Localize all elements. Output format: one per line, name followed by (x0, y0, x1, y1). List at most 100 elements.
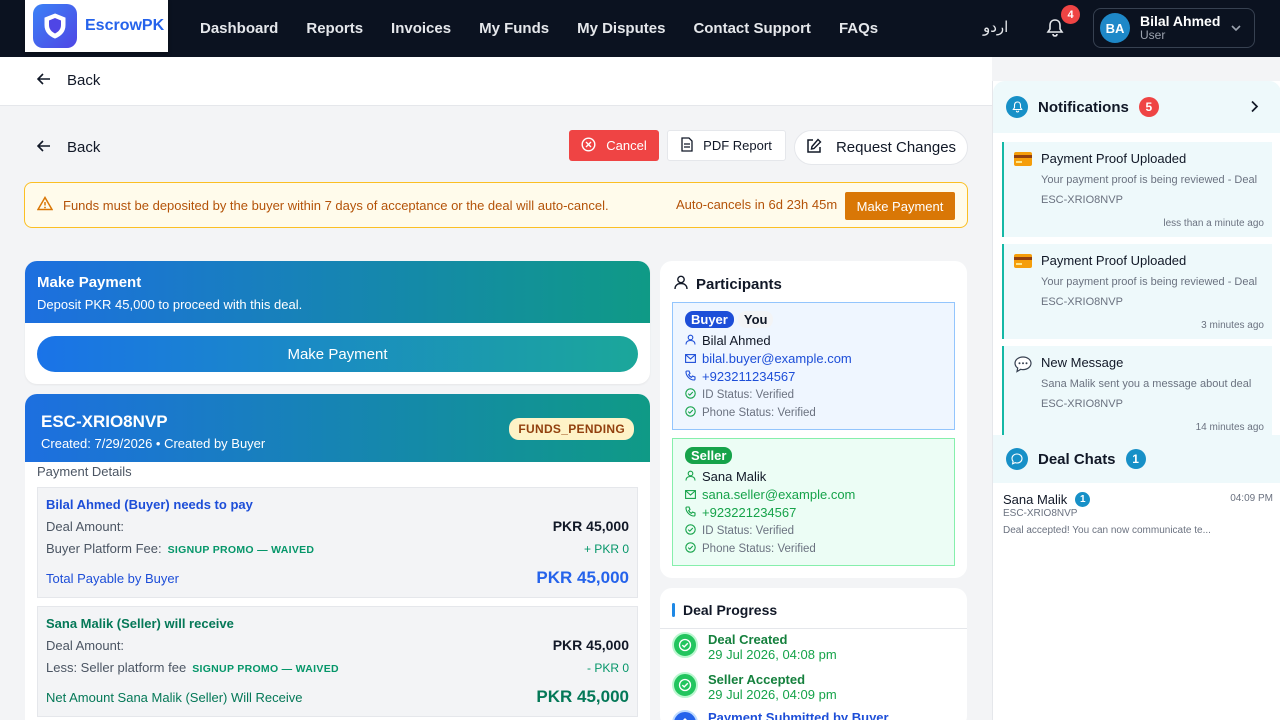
chat-icon (1006, 448, 1028, 470)
seller-fee-value: - PKR 0 (586, 661, 629, 675)
notification-time: less than a minute ago (1163, 218, 1264, 229)
buyer-fee-value: + PKR 0 (583, 542, 629, 556)
user-role: User (1140, 28, 1166, 43)
card-icon (1014, 152, 1032, 166)
deal-chats-count: 1 (1125, 449, 1146, 469)
check-circle-icon (672, 632, 698, 658)
notification-title: New Message (1041, 355, 1124, 370)
notification-body: Your payment proof is being reviewed - D… (1041, 276, 1258, 308)
total-payable-value: PKR 45,000 (536, 568, 629, 587)
notification-item[interactable]: New Message Sana Malik sent you a messag… (1002, 346, 1272, 441)
nav-faqs[interactable]: FAQs (839, 20, 878, 37)
alert-make-payment-button[interactable]: Make Payment (845, 192, 955, 220)
top-nav: EscrowPK Dashboard Reports Invoices My F… (0, 0, 1280, 57)
deal-amount-label: Deal Amount: (46, 519, 125, 534)
chat-item[interactable]: Sana Malik 1 04:09 PM ESC-XRIO8NVP Deal … (1003, 492, 1273, 536)
mail-icon (685, 487, 696, 502)
seller-phone-status: Phone Status: Verified (702, 542, 816, 555)
check-circle-icon (685, 541, 696, 556)
buyer-phone[interactable]: +923211234567 (702, 369, 795, 384)
participants-title: Participants (696, 276, 782, 293)
pdf-report-button[interactable]: PDF Report (667, 130, 786, 161)
deal-amount-label: Deal Amount: (46, 638, 125, 653)
seller-fee-label: Less: Seller platform fee (46, 660, 187, 675)
notification-body: Your payment proof is being reviewed - D… (1041, 174, 1258, 206)
nav-my-funds[interactable]: My Funds (479, 20, 549, 37)
nav-dashboard[interactable]: Dashboard (200, 20, 278, 37)
back-button-top[interactable]: Back (36, 72, 101, 89)
buyer-phone-status: Phone Status: Verified (702, 406, 816, 419)
step-title: Payment Submitted by Buyer (708, 710, 889, 720)
notification-count-badge: 4 (1061, 5, 1080, 24)
nav-contact-support[interactable]: Contact Support (693, 20, 811, 37)
progress-step: Deal Created 29 Jul 2026, 04:08 pm (672, 632, 837, 662)
notification-time: 14 minutes ago (1195, 422, 1264, 433)
x-circle-icon (581, 136, 596, 155)
brand-name: EscrowPK (85, 17, 165, 34)
seller-receive-box: Sana Malik (Seller) will receive Deal Am… (37, 606, 638, 717)
nav-reports[interactable]: Reports (306, 20, 363, 37)
chat-unread-badge: 1 (1075, 492, 1091, 507)
make-payment-title: Make Payment (37, 274, 142, 291)
deal-chats-header[interactable]: Deal Chats 1 (993, 435, 1280, 483)
card-icon (1014, 254, 1032, 268)
user-menu[interactable]: BA Bilal Ahmed User (1093, 8, 1255, 48)
check-circle-icon (685, 523, 696, 538)
promo-badge: SIGNUP PROMO — WAIVED (192, 663, 339, 675)
deal-progress-card: Deal Progress Deal Created 29 Jul 2026, … (660, 588, 967, 720)
notification-item[interactable]: Payment Proof Uploaded Your payment proo… (1002, 142, 1272, 237)
warning-icon (36, 196, 54, 214)
net-amount-value: PKR 45,000 (536, 687, 629, 706)
cancel-button[interactable]: Cancel (569, 130, 659, 161)
notifications-count: 5 (1138, 97, 1159, 117)
nav-my-disputes[interactable]: My Disputes (577, 20, 665, 37)
back-label: Back (67, 72, 101, 89)
notification-item[interactable]: Payment Proof Uploaded Your payment proo… (1002, 244, 1272, 339)
buyer-id-status: ID Status: Verified (702, 388, 795, 401)
make-payment-card: Make Payment Deposit PKR 45,000 to proce… (25, 261, 650, 384)
notification-title: Payment Proof Uploaded (1041, 151, 1187, 166)
chat-preview: Deal accepted! You can now communicate t… (1003, 525, 1211, 536)
chevron-right-icon[interactable] (1250, 100, 1259, 116)
notifications-header[interactable]: Notifications 5 (993, 81, 1280, 133)
step-title: Seller Accepted (708, 672, 806, 687)
make-payment-button[interactable]: Make Payment (37, 336, 638, 372)
step-title: Deal Created (708, 632, 788, 647)
deal-amount-value: PKR 45,000 (552, 518, 629, 534)
nav-invoices[interactable]: Invoices (391, 20, 451, 37)
phone-icon (685, 369, 696, 384)
seller-email[interactable]: sana.seller@example.com (702, 487, 855, 502)
notifications-title: Notifications (1038, 98, 1129, 116)
edit-icon (806, 137, 822, 158)
pdf-report-label: PDF Report (703, 138, 772, 153)
mail-icon (685, 351, 696, 366)
participants-card: Participants Buyer You Bilal Ahmed bilal.… (660, 261, 967, 578)
chat-contact-name: Sana Malik (1003, 492, 1068, 507)
seller-phone[interactable]: +923221234567 (702, 505, 796, 520)
notification-title: Payment Proof Uploaded (1041, 253, 1187, 268)
request-changes-label: Request Changes (835, 139, 957, 156)
shield-icon (33, 4, 77, 48)
arrow-left-icon (36, 72, 51, 89)
net-amount-label: Net Amount Sana Malik (Seller) Will Rece… (46, 690, 303, 705)
deal-chats-title: Deal Chats (1038, 450, 1116, 468)
auto-cancel-timer: Auto-cancels in 6d 23h 45m (676, 197, 838, 212)
progress-step: Payment Submitted by Buyer (672, 710, 889, 720)
chat-deal-id: ESC-XRIO8NVP (1003, 508, 1078, 519)
buyer-email[interactable]: bilal.buyer@example.com (702, 351, 852, 366)
seller-role-badge: Seller (685, 447, 733, 464)
deal-progress-title: Deal Progress (683, 602, 778, 618)
back-button[interactable]: Back (36, 139, 100, 156)
step-date: 29 Jul 2026, 04:08 pm (708, 647, 837, 662)
auto-cancel-alert: Funds must be deposited by the buyer wit… (24, 182, 968, 228)
user-icon (685, 469, 696, 484)
language-toggle[interactable]: اردو (983, 18, 1008, 36)
nav-links: Dashboard Reports Invoices My Funds My D… (200, 0, 878, 57)
request-changes-button[interactable]: Request Changes (794, 130, 968, 165)
brand-logo[interactable]: EscrowPK (25, 0, 168, 52)
seller-receive-title: Sana Malik (Seller) will receive (46, 616, 234, 631)
chevron-down-icon (1230, 22, 1242, 37)
progress-step: Seller Accepted 29 Jul 2026, 04:09 pm (672, 672, 837, 702)
payment-details-label: Payment Details (37, 464, 132, 479)
make-payment-subtitle: Deposit PKR 45,000 to proceed with this … (37, 297, 303, 312)
